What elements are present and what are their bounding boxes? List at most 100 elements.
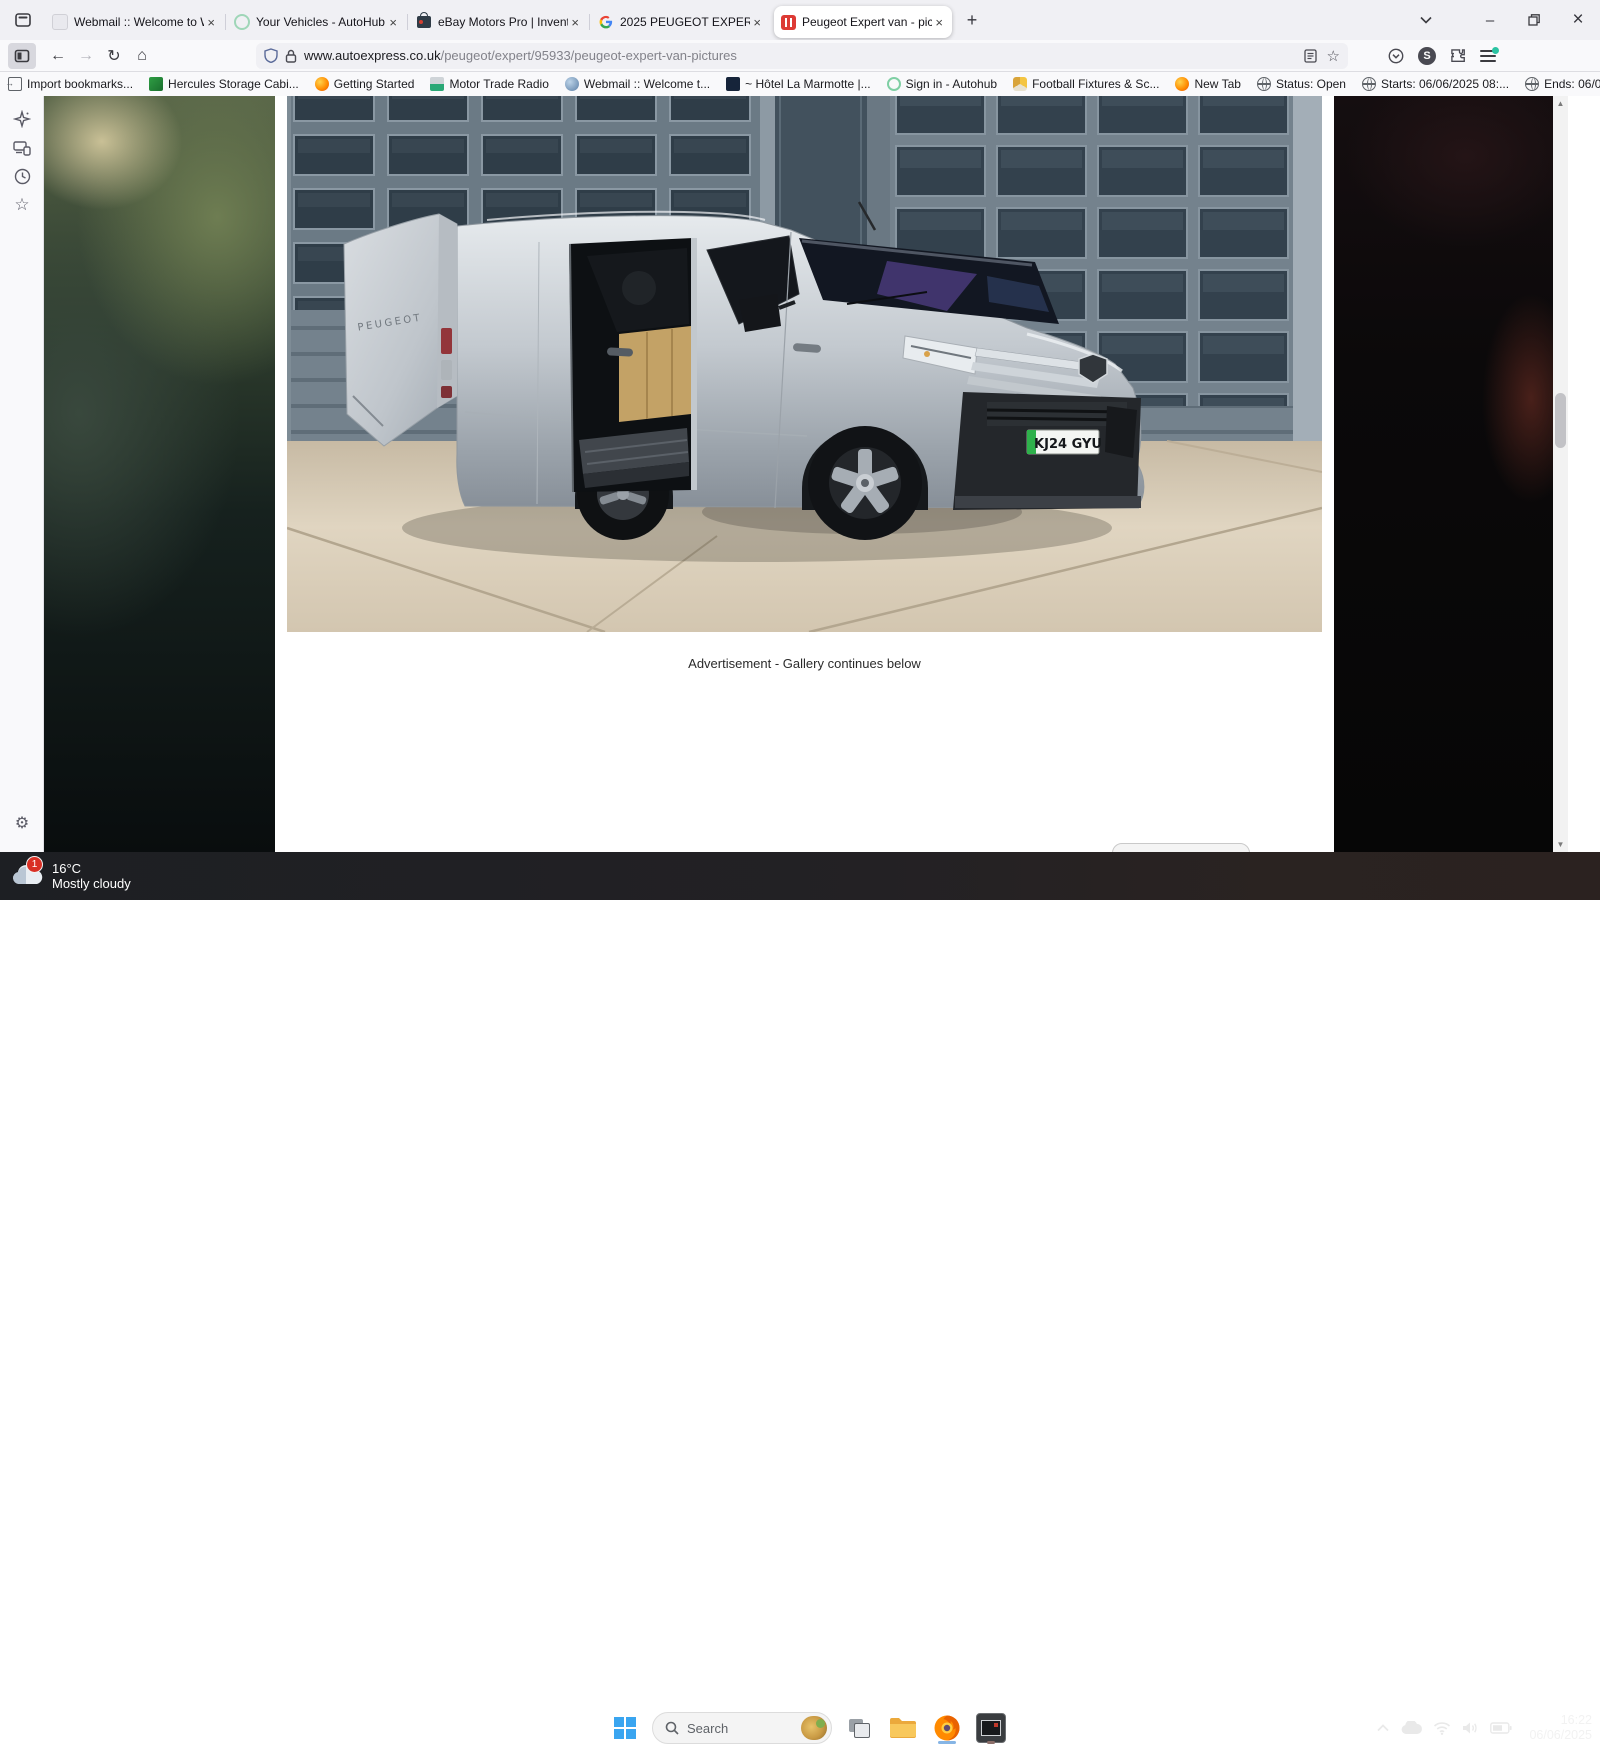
autohub-favicon (234, 14, 250, 30)
bookmark-item[interactable]: Sign in - Autohub (887, 77, 997, 91)
taskbar-search-box[interactable]: Search (652, 1712, 832, 1744)
home-button[interactable]: ⌂ (128, 43, 156, 69)
site-icon (149, 77, 163, 91)
app-window-icon (976, 1713, 1006, 1743)
url-bar[interactable]: www.autoexpress.co.uk/peugeot/expert/959… (256, 43, 1348, 69)
wifi-icon[interactable] (1433, 1721, 1451, 1735)
bookmark-item[interactable]: New Tab (1175, 77, 1240, 91)
battery-icon[interactable] (1490, 1722, 1512, 1734)
tab-ebay[interactable]: eBay Motors Pro | Inventory × (410, 6, 588, 38)
bookmark-item[interactable]: Starts: 06/06/2025 08:... (1362, 77, 1509, 91)
sidebar-toggle-button[interactable] (8, 43, 36, 69)
tab-close-icon[interactable]: × (386, 15, 400, 30)
site-icon (430, 77, 444, 91)
new-tab-button[interactable]: + (958, 6, 986, 34)
page-background-right-image (1334, 96, 1553, 852)
hidden-icons-chevron[interactable] (1377, 1724, 1389, 1732)
tab-close-icon[interactable]: × (568, 15, 582, 30)
account-extension-icon[interactable]: S (1418, 47, 1436, 65)
bookmark-item[interactable]: Getting Started (315, 77, 415, 91)
reader-mode-icon[interactable] (1304, 49, 1317, 63)
weather-temperature: 16°C (52, 861, 131, 876)
sidebar-settings-gear-icon[interactable]: ⚙ (7, 808, 37, 838)
ai-chat-sparkle-icon[interactable] (7, 104, 37, 134)
page-background-left-image (44, 96, 275, 852)
tab-list-chevron-icon[interactable] (1404, 0, 1448, 40)
lock-icon[interactable] (285, 49, 297, 63)
bookmarks-star-icon[interactable]: ☆ (7, 190, 37, 220)
bookmark-item[interactable]: Ends: 06/06/2025 15:00 (1525, 77, 1600, 91)
bookmark-item[interactable]: Football Fixtures & Sc... (1013, 77, 1159, 91)
webmail-favicon (52, 14, 68, 30)
firefox-icon (933, 1714, 961, 1742)
synced-tabs-icon[interactable] (7, 133, 37, 163)
windows-logo-icon (614, 1717, 636, 1739)
bookmark-star-icon[interactable]: ☆ (1327, 47, 1340, 65)
history-clock-icon[interactable] (7, 161, 37, 191)
firefox-icon (315, 77, 329, 91)
front-wheel (808, 426, 922, 540)
app-window-taskbar-button[interactable] (974, 1711, 1008, 1745)
scroll-down-arrow[interactable]: ▼ (1553, 837, 1568, 852)
tab-label: Webmail :: Welcome to Webma (74, 15, 204, 29)
site-icon (565, 77, 579, 91)
minimize-button[interactable]: – (1468, 0, 1512, 40)
extensions-puzzle-icon[interactable] (1450, 48, 1466, 64)
ebay-favicon (416, 14, 432, 30)
google-favicon (598, 14, 614, 30)
back-button[interactable]: ← (44, 43, 72, 69)
running-indicator (938, 1741, 956, 1744)
van-gallery-photo[interactable]: KJ24 GYU PEUGEOT (287, 96, 1322, 632)
autoexpress-favicon (780, 14, 796, 30)
globe-icon (1525, 77, 1539, 91)
tab-google-search[interactable]: 2025 PEUGEOT EXPERT DIESEL - × (592, 6, 770, 38)
tab-close-icon[interactable]: × (932, 15, 946, 30)
task-view-icon (849, 1719, 869, 1737)
navigation-toolbar: ← → ↻ ⌂ www.autoexpress.co.uk/peugeot/ex… (0, 40, 1600, 72)
page-scrollbar[interactable]: ▲ ▼ (1553, 96, 1568, 852)
page-viewport: KJ24 GYU PEUGEOT Advertisement - Gallery… (44, 96, 1553, 852)
task-view-button[interactable] (842, 1711, 876, 1745)
pocket-icon[interactable] (1388, 48, 1404, 64)
search-highlight-image[interactable] (801, 1716, 827, 1740)
file-explorer-button[interactable] (886, 1711, 920, 1745)
bookmark-item[interactable]: Motor Trade Radio (430, 77, 548, 91)
tab-autoexpress-active[interactable]: Peugeot Expert van - pictures | × (774, 6, 952, 38)
close-window-button[interactable]: × (1556, 0, 1600, 40)
firefox-taskbar-button[interactable] (930, 1711, 964, 1745)
tab-autohub[interactable]: Your Vehicles - AutoHub × (228, 6, 406, 38)
forward-button[interactable]: → (72, 43, 100, 69)
bookmark-item[interactable]: ~ Hôtel La Marmotte |... (726, 77, 871, 91)
toolbar-right-buttons: S (1388, 47, 1496, 65)
onedrive-cloud-icon[interactable] (1400, 1721, 1422, 1735)
reload-button[interactable]: ↻ (100, 43, 128, 69)
bookmark-item[interactable]: Webmail :: Welcome t... (565, 77, 710, 91)
weather-badge: 1 (26, 856, 43, 873)
bookmark-item[interactable]: Status: Open (1257, 77, 1346, 91)
restore-button[interactable] (1512, 0, 1556, 40)
system-tray: 16:22 06/06/2025 (1377, 1704, 1592, 1752)
start-button[interactable] (608, 1711, 642, 1745)
tab-label: eBay Motors Pro | Inventory (438, 15, 568, 29)
url-path: /peugeot/expert/95933/peugeot-expert-van… (441, 48, 737, 63)
taskbar-clock[interactable]: 16:22 06/06/2025 (1529, 1713, 1592, 1743)
bookmark-item[interactable]: Import bookmarks... (8, 77, 133, 91)
search-icon (665, 1721, 679, 1735)
site-icon (1013, 77, 1027, 91)
firefox-view-button[interactable] (8, 6, 38, 34)
ad-gallery-caption: Advertisement - Gallery continues below (287, 656, 1322, 671)
volume-icon[interactable] (1462, 1721, 1479, 1735)
weather-widget[interactable]: 1 16°C Mostly cloudy (10, 861, 200, 891)
app-menu-icon[interactable] (1480, 50, 1496, 62)
import-icon (8, 77, 22, 91)
url-host: www.autoexpress.co.uk (304, 48, 441, 63)
scroll-up-arrow[interactable]: ▲ (1553, 96, 1568, 111)
scrollbar-thumb[interactable] (1555, 393, 1566, 448)
tracking-shield-icon[interactable] (264, 48, 278, 63)
tab-close-icon[interactable]: × (750, 15, 764, 30)
menu-notification-dot (1492, 47, 1499, 54)
tab-close-icon[interactable]: × (204, 15, 218, 30)
tab-webmail[interactable]: Webmail :: Welcome to Webma × (46, 6, 224, 38)
bookmark-item[interactable]: Hercules Storage Cabi... (149, 77, 299, 91)
partially-visible-button[interactable] (1112, 843, 1250, 852)
